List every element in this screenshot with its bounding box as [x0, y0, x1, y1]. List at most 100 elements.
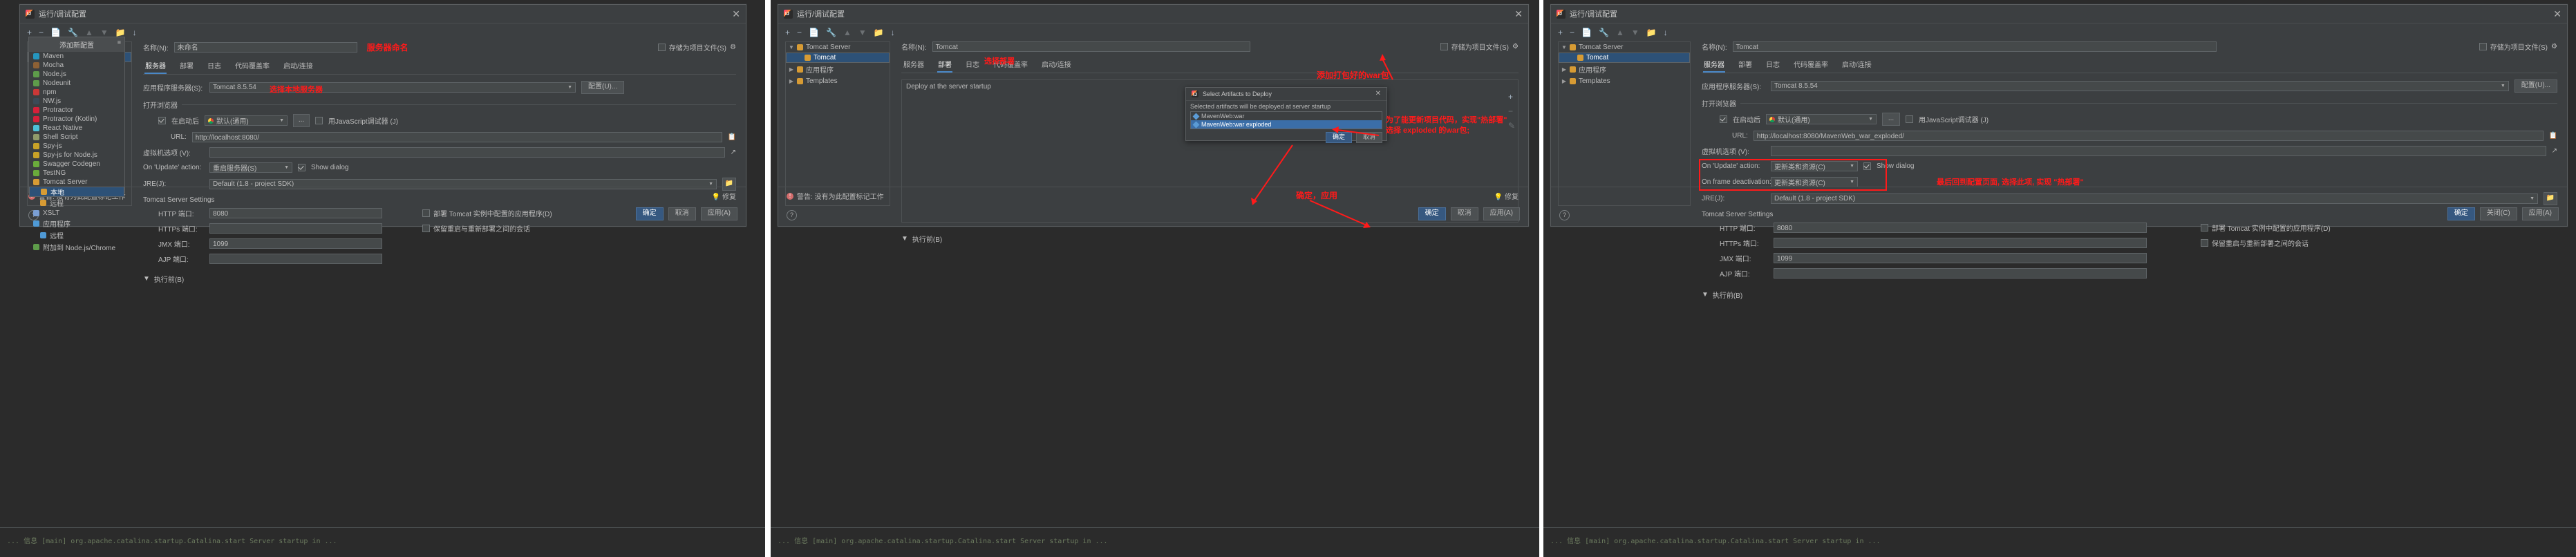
popup-item-react-native-icon[interactable]: React Native [29, 124, 124, 133]
url-input[interactable]: http://localhost:8080/ [191, 132, 722, 142]
popup-item-remote-icon[interactable]: 远程 [29, 197, 124, 209]
close-icon[interactable]: ✕ [1514, 9, 1523, 19]
copy-icon[interactable]: 📄 [50, 28, 61, 37]
expand-icon[interactable]: ↗ [2552, 147, 2557, 155]
url-input[interactable]: http://localhost:8080/MavenWeb_war_explo… [1753, 131, 2544, 141]
close-icon[interactable]: ✕ [2553, 9, 2561, 19]
plus-icon[interactable]: + [785, 28, 790, 37]
cancel-button[interactable]: 取消 [1450, 207, 1478, 220]
tab-coverage[interactable]: 代码覆盖率 [234, 58, 270, 74]
plus-icon[interactable]: + [1558, 28, 1563, 37]
gear-icon[interactable]: ⚙ [730, 44, 736, 51]
tab-startup[interactable]: 启动/连接 [1041, 57, 1072, 73]
tree-item-tomcat-icon[interactable]: ▼ Tomcat Server [1559, 42, 1690, 53]
fix-button[interactable]: 💡 修复 [712, 191, 736, 201]
chevron-down-icon[interactable]: ▼ [1561, 44, 1567, 50]
plus-icon[interactable]: + [1508, 93, 1515, 101]
copy-url-icon[interactable]: 📋 [728, 133, 736, 141]
close-icon[interactable]: ✕ [732, 9, 740, 19]
store-project-file-checkbox[interactable] [657, 44, 666, 51]
tab-server[interactable]: 服务器 [144, 58, 167, 74]
sort-alpha-icon[interactable]: ↓ [1664, 28, 1668, 37]
chevron-down-icon[interactable]: ▼ [1702, 291, 1709, 299]
chevron-right-icon[interactable]: ▶ [789, 78, 794, 84]
new-folder-icon[interactable]: 📁 [874, 28, 884, 37]
minus-icon[interactable]: − [1570, 28, 1574, 37]
jmx-port-input[interactable]: 1099 [209, 238, 382, 249]
browser-select[interactable]: 默认(通用) ▼ [1766, 114, 1877, 124]
popup-item-protractor-icon[interactable]: Protractor [29, 106, 124, 115]
ajp-port-input[interactable] [209, 254, 382, 264]
wrench-icon[interactable]: 🔧 [1599, 28, 1609, 37]
wrench-icon[interactable]: 🔧 [826, 28, 836, 37]
tree-item-application-icon[interactable]: ▶ 应用程序 [1559, 63, 1690, 76]
ok-button[interactable]: 确定 [1418, 207, 1446, 220]
minus-icon[interactable]: − [39, 28, 44, 37]
tab-deploy[interactable]: 部署 [1738, 57, 1753, 73]
tab-coverage[interactable]: 代码覆盖率 [1793, 57, 1829, 73]
configure-button[interactable]: 配置(U)... [581, 81, 625, 94]
popup-item-remote2-icon[interactable]: 远程 [29, 229, 124, 241]
collapse-icon[interactable]: ≡ [117, 39, 121, 46]
sort-alpha-icon[interactable]: ↓ [133, 28, 137, 37]
tab-startup[interactable]: 启动/连接 [1841, 57, 1872, 73]
after-launch-checkbox[interactable] [158, 117, 166, 124]
new-folder-icon[interactable]: 📁 [1646, 28, 1657, 37]
popup-item-tomcat-icon[interactable]: Tomcat Server [29, 178, 124, 187]
tree-item-application-icon[interactable]: ▶ 应用程序 [786, 63, 890, 76]
chevron-down-icon[interactable]: ▼ [143, 275, 150, 283]
app-server-select[interactable]: Tomcat 8.5.54 选择本地服务器 ▼ [209, 82, 576, 94]
cancel-button[interactable]: 关闭(C) [2479, 207, 2517, 220]
tree-item-templates-icon[interactable]: ▶ Templates [1559, 76, 1690, 86]
tab-logs[interactable]: 日志 [207, 58, 222, 74]
popup-item-xslt-icon[interactable]: XSLT [29, 209, 124, 218]
minus-icon[interactable]: − [797, 28, 802, 37]
apply-button[interactable]: 应用(A) [1483, 207, 1520, 220]
gear-icon[interactable]: ⚙ [1512, 43, 1519, 50]
ok-button[interactable]: 确定 [2447, 207, 2475, 220]
popup-item-nodeunit-icon[interactable]: Nodeunit [29, 79, 124, 88]
name-input[interactable]: Tomcat [1732, 41, 2217, 52]
ok-button[interactable]: 确定 [635, 207, 664, 220]
browser-ellipsis-button[interactable]: ... [1882, 113, 1900, 126]
chevron-right-icon[interactable]: ▶ [1561, 66, 1567, 73]
help-button[interactable]: ? [1559, 210, 1570, 220]
popup-item-spy-js-icon[interactable]: Spy-js [29, 142, 124, 151]
new-folder-icon[interactable]: 📁 [115, 28, 126, 37]
chevron-down-icon[interactable]: ▼ [100, 28, 109, 37]
popup-item-testng-icon[interactable]: TestNG [29, 169, 124, 178]
chevron-right-icon[interactable]: ▶ [1561, 78, 1567, 84]
js-debugger-checkbox[interactable] [315, 117, 323, 124]
after-launch-checkbox[interactable] [1720, 115, 1727, 123]
sort-alpha-icon[interactable]: ↓ [891, 28, 895, 37]
tab-server[interactable]: 服务器 [903, 57, 925, 73]
copy-url-icon[interactable]: 📋 [2549, 132, 2557, 140]
apply-button[interactable]: 应用(A) [700, 207, 737, 220]
show-dialog-checkbox[interactable] [298, 164, 305, 171]
minus-icon[interactable]: − [1508, 107, 1515, 115]
artifact-item-war[interactable]: MavenWeb:war [1191, 112, 1382, 120]
store-project-file-checkbox[interactable] [1440, 43, 1448, 50]
store-project-file-checkbox[interactable] [2479, 43, 2487, 50]
browser-select[interactable]: 默认(通用) ▼ [205, 115, 288, 126]
chevron-down-icon[interactable]: ▼ [901, 235, 908, 243]
app-server-select[interactable]: Tomcat 8.5.54 ▼ [1771, 81, 2509, 91]
tab-deploy[interactable]: 部署 [937, 57, 952, 73]
https-port-input[interactable] [1774, 238, 2147, 248]
tab-server[interactable]: 服务器 [1703, 57, 1725, 73]
wrench-icon[interactable]: 🔧 [68, 28, 78, 37]
artifact-cancel-button[interactable]: 取消 [1355, 132, 1382, 143]
popup-item-application-icon[interactable]: 应用程序 [29, 218, 124, 229]
tree-item-tomcat-item-icon[interactable]: Tomcat [1559, 53, 1690, 63]
chevron-down-icon[interactable]: ▼ [858, 28, 867, 37]
close-icon[interactable]: ✕ [1375, 91, 1381, 97]
chevron-down-icon[interactable]: ▼ [1631, 28, 1639, 37]
ajp-port-input[interactable] [1774, 268, 2147, 278]
popup-item-protractor-kotlin-icon[interactable]: Protractor (Kotlin) [29, 115, 124, 124]
popup-item-mocha-icon[interactable]: Mocha [29, 61, 124, 70]
artifact-item-war-exploded[interactable]: MavenWeb:war exploded [1191, 120, 1382, 129]
popup-item-swagger-icon[interactable]: Swagger Codegen [29, 160, 124, 169]
plus-icon[interactable]: + [27, 28, 32, 37]
tab-logs[interactable]: 日志 [1765, 57, 1780, 73]
configure-button[interactable]: 配置(U)... [2514, 79, 2557, 93]
